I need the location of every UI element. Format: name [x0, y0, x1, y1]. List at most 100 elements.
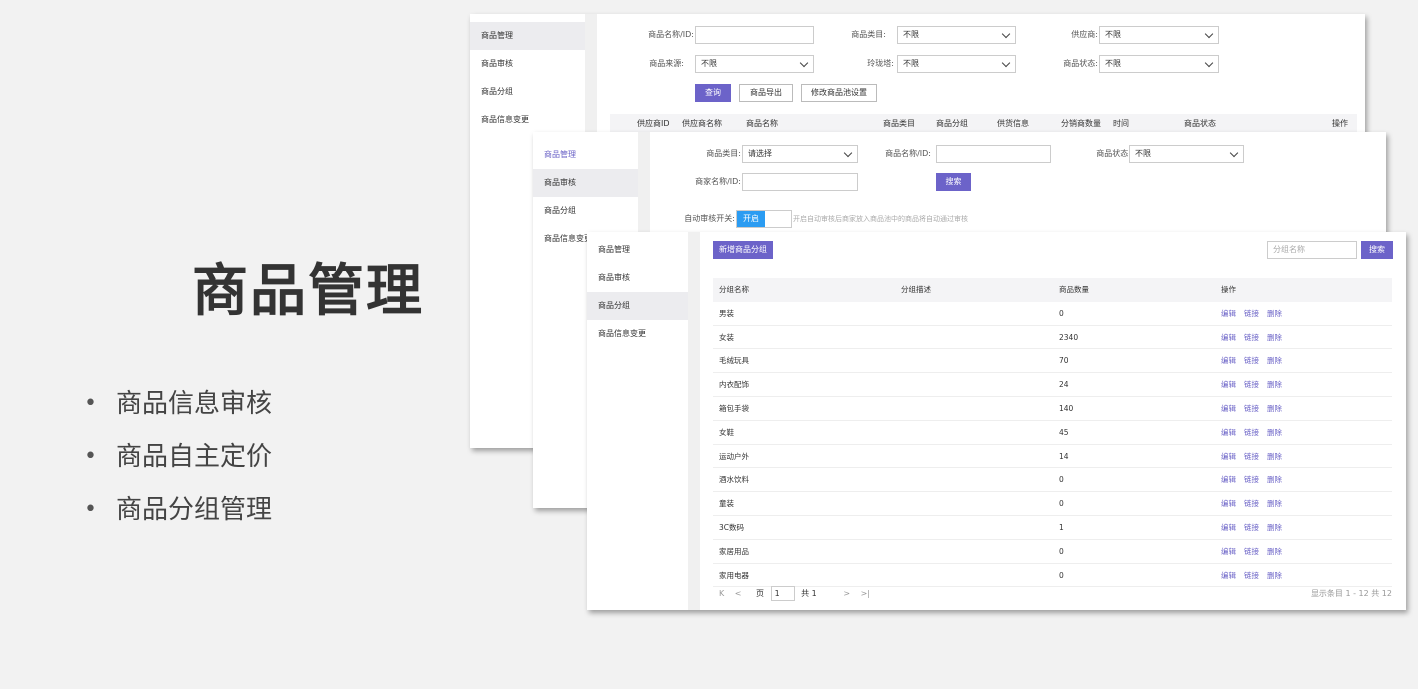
- toggle-on-label: 开启: [737, 211, 765, 227]
- category-label: 商品类目:: [851, 30, 886, 39]
- page-input[interactable]: 1: [770, 586, 795, 601]
- page-label: 页: [756, 589, 765, 598]
- link-link[interactable]: 链接: [1244, 499, 1259, 508]
- link-link[interactable]: 链接: [1244, 475, 1259, 484]
- edit-link[interactable]: 编辑: [1221, 475, 1236, 484]
- edit-link[interactable]: 编辑: [1221, 547, 1236, 556]
- row-actions: 编辑 链接 删除: [1221, 516, 1290, 540]
- delete-link[interactable]: 删除: [1267, 499, 1282, 508]
- delete-link[interactable]: 删除: [1267, 523, 1282, 532]
- delete-link[interactable]: 删除: [1267, 356, 1282, 365]
- feature-item: 商品分组管理: [84, 490, 272, 543]
- add-group-button[interactable]: 新增商品分组: [713, 241, 773, 259]
- table-row: 童装 0 编辑 链接 删除: [713, 492, 1392, 516]
- delete-link[interactable]: 删除: [1267, 475, 1282, 484]
- sidebar-item-product-management[interactable]: 商品管理: [470, 22, 585, 50]
- delete-link[interactable]: 删除: [1267, 333, 1282, 342]
- group-count: 140: [1059, 403, 1074, 413]
- feature-list: 商品信息审核 商品自主定价 商品分组管理: [84, 384, 272, 543]
- link-link[interactable]: 链接: [1244, 571, 1259, 580]
- link-link[interactable]: 链接: [1244, 404, 1259, 413]
- name-input[interactable]: [695, 26, 814, 44]
- sidebar-item-product-group[interactable]: 商品分组: [587, 292, 688, 320]
- sidebar-item-product-review[interactable]: 商品审核: [587, 264, 688, 292]
- sidebar-item-product-management[interactable]: 商品管理: [587, 236, 688, 264]
- group-search-input[interactable]: 分组名称: [1267, 241, 1357, 259]
- prev-page-button[interactable]: <: [735, 589, 742, 598]
- delete-link[interactable]: 删除: [1267, 547, 1282, 556]
- table-row: 家居用品 0 编辑 链接 删除: [713, 540, 1392, 564]
- row-actions: 编辑 链接 删除: [1221, 349, 1290, 373]
- delete-link[interactable]: 删除: [1267, 571, 1282, 580]
- delete-link[interactable]: 删除: [1267, 428, 1282, 437]
- edit-link[interactable]: 编辑: [1221, 380, 1236, 389]
- source-select[interactable]: 不限: [695, 55, 814, 73]
- sidebar-item-product-review[interactable]: 商品审核: [533, 169, 638, 197]
- feature-item: 商品自主定价: [84, 437, 272, 490]
- edit-link[interactable]: 编辑: [1221, 571, 1236, 580]
- link-link[interactable]: 链接: [1244, 428, 1259, 437]
- link-link[interactable]: 链接: [1244, 547, 1259, 556]
- group-name: 酒水饮料: [719, 475, 749, 485]
- name-input[interactable]: [936, 145, 1051, 163]
- auto-review-toggle[interactable]: 开启: [736, 210, 792, 228]
- group-search-button[interactable]: 搜索: [1361, 241, 1393, 259]
- link-link[interactable]: 链接: [1244, 333, 1259, 342]
- link-link[interactable]: 链接: [1244, 380, 1259, 389]
- sidebar-item-product-review[interactable]: 商品审核: [470, 50, 585, 78]
- status-label: 商品状态:: [1063, 59, 1098, 68]
- supplier-select[interactable]: 不限: [1099, 26, 1219, 44]
- link-link[interactable]: 链接: [1244, 452, 1259, 461]
- delete-link[interactable]: 删除: [1267, 452, 1282, 461]
- link-link[interactable]: 链接: [1244, 309, 1259, 318]
- sidebar-item-product-management[interactable]: 商品管理: [533, 141, 638, 169]
- delete-link[interactable]: 删除: [1267, 309, 1282, 318]
- page-total: 共 1: [801, 589, 817, 598]
- search-button[interactable]: 搜索: [936, 173, 971, 191]
- edit-link[interactable]: 编辑: [1221, 499, 1236, 508]
- category-select[interactable]: 请选择: [742, 145, 858, 163]
- merchant-input[interactable]: [742, 173, 858, 191]
- group-name: 内衣配饰: [719, 380, 749, 390]
- channel-select[interactable]: 不限: [897, 55, 1016, 73]
- delete-link[interactable]: 删除: [1267, 380, 1282, 389]
- status-select[interactable]: 不限: [1099, 55, 1219, 73]
- sidebar-item-product-change[interactable]: 商品信息变更: [587, 320, 688, 348]
- first-page-button[interactable]: K: [719, 589, 724, 598]
- edit-link[interactable]: 编辑: [1221, 309, 1236, 318]
- edit-link[interactable]: 编辑: [1221, 404, 1236, 413]
- table-row: 女装 2340 编辑 链接 删除: [713, 326, 1392, 350]
- table-row: 3C数码 1 编辑 链接 删除: [713, 516, 1392, 540]
- sidebar-item-product-group[interactable]: 商品分组: [533, 197, 638, 225]
- edit-link[interactable]: 编辑: [1221, 428, 1236, 437]
- edit-link[interactable]: 编辑: [1221, 452, 1236, 461]
- pool-settings-button[interactable]: 修改商品池设置: [801, 84, 877, 102]
- category-select[interactable]: 不限: [897, 26, 1016, 44]
- last-page-button[interactable]: >|: [861, 589, 870, 598]
- link-link[interactable]: 链接: [1244, 356, 1259, 365]
- delete-link[interactable]: 删除: [1267, 404, 1282, 413]
- table-row: 运动户外 14 编辑 链接 删除: [713, 445, 1392, 469]
- table-row: 箱包手袋 140 编辑 链接 删除: [713, 397, 1392, 421]
- group-name: 童装: [719, 499, 734, 509]
- group-count: 1: [1059, 522, 1064, 532]
- status-select[interactable]: 不限: [1129, 145, 1244, 163]
- next-page-button[interactable]: >: [843, 589, 850, 598]
- sidebar-item-product-group[interactable]: 商品分组: [470, 78, 585, 106]
- row-actions: 编辑 链接 删除: [1221, 540, 1290, 564]
- export-button[interactable]: 商品导出: [739, 84, 793, 102]
- edit-link[interactable]: 编辑: [1221, 523, 1236, 532]
- table-row: 男装 0 编辑 链接 删除: [713, 302, 1392, 326]
- sidebar-item-product-change[interactable]: 商品信息变更: [470, 106, 585, 134]
- edit-link[interactable]: 编辑: [1221, 333, 1236, 342]
- edit-link[interactable]: 编辑: [1221, 356, 1236, 365]
- feature-item: 商品信息审核: [84, 384, 272, 437]
- link-link[interactable]: 链接: [1244, 523, 1259, 532]
- query-button[interactable]: 查询: [695, 84, 731, 102]
- group-name: 女装: [719, 332, 734, 342]
- pagination: K < 页 1 共 1 > >| 显示条目 1 - 12 共 12: [713, 584, 1392, 604]
- group-name: 运动户外: [719, 451, 749, 461]
- table-row: 内衣配饰 24 编辑 链接 删除: [713, 373, 1392, 397]
- slide-title: 商品管理: [192, 259, 424, 324]
- column-header: 供应商ID: [637, 119, 670, 128]
